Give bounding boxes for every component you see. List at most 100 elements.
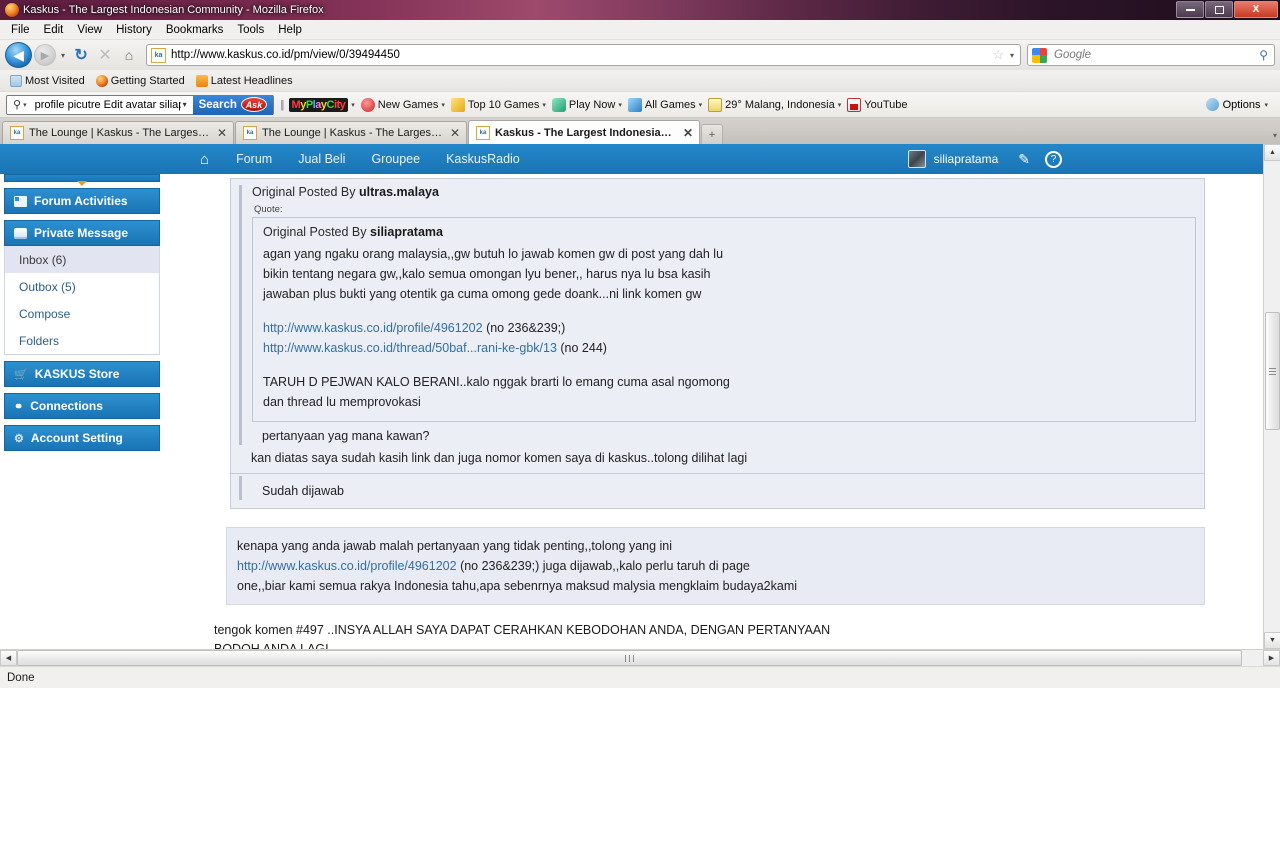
search-input[interactable]: Google [1050, 49, 1259, 61]
toolbar-item-new-games[interactable]: New Games ▾ [360, 97, 445, 112]
history-dropdown-icon[interactable]: ▾ [58, 51, 68, 60]
minimize-button[interactable] [1176, 1, 1204, 18]
quote-prefix: Original Posted By [263, 225, 367, 239]
menu-tools[interactable]: Tools [230, 22, 271, 38]
sidebar-item-private-message[interactable]: Private Message [4, 220, 160, 246]
toolbar-grip-handle[interactable]: ||| [280, 99, 284, 111]
quote-author[interactable]: ultras.malaya [359, 185, 439, 199]
tab-lounge-2[interactable]: ka The Lounge | Kaskus - The Largest I..… [235, 121, 467, 144]
help-icon[interactable]: ? [1045, 150, 1062, 168]
back-button[interactable]: ◀ [5, 42, 32, 68]
site-nav-forum[interactable]: Forum [223, 144, 285, 174]
site-nav-kaskusradio[interactable]: KaskusRadio [433, 144, 533, 174]
close-icon[interactable]: ✕ [450, 126, 460, 140]
bookmark-latest-headlines[interactable]: Latest Headlines [192, 74, 297, 88]
toolbar-options-button[interactable]: Options ▾ [1205, 98, 1274, 111]
chevron-down-icon[interactable]: ▾ [1264, 101, 1268, 109]
google-icon[interactable] [1032, 47, 1047, 63]
username-label[interactable]: siliapratama [928, 152, 1009, 166]
profile-link[interactable]: http://www.kaskus.co.id/profile/4961202 [237, 559, 457, 573]
menu-file[interactable]: File [4, 22, 37, 38]
site-body: Forum Activities Private Message Inbox (… [0, 174, 1263, 649]
sidebar-item-compose[interactable]: Compose [5, 300, 159, 327]
chevron-down-icon[interactable]: ▾ [699, 101, 703, 109]
tab-favicon-icon: ka [243, 126, 257, 140]
site-nav-left: ⌂ Forum Jual Beli Groupee KaskusRadio [0, 144, 533, 174]
page-horizontal-scrollbar[interactable]: ◀ ▶ [0, 649, 1280, 666]
maximize-button[interactable] [1205, 1, 1233, 18]
bookmark-getting-started[interactable]: Getting Started [92, 74, 189, 88]
url-input[interactable]: http://www.kaskus.co.id/pm/view/0/394944… [171, 49, 988, 61]
sidebar-item-connections[interactable]: ⚭ Connections [4, 393, 160, 419]
sidebar-item-kaskus-store[interactable]: 🛒 KASKUS Store [4, 361, 160, 387]
post-body-line: one,,biar kami semua rakya Indonesia tah… [237, 579, 798, 593]
menu-edit[interactable]: Edit [37, 22, 71, 38]
url-dropdown-icon[interactable]: ▾ [1008, 51, 1020, 60]
horizontal-scrollbar-track[interactable] [17, 650, 1263, 666]
toolbar-item-top-10-games[interactable]: Top 10 Games ▾ [450, 97, 546, 112]
sidebar-item-folders[interactable]: Folders [5, 327, 159, 354]
menu-help[interactable]: Help [271, 22, 309, 38]
tab-lounge-1[interactable]: ka The Lounge | Kaskus - The Largest I..… [2, 121, 234, 144]
thread-link[interactable]: http://www.kaskus.co.id/thread/50baf...r… [263, 341, 557, 355]
sidebar-item-outbox[interactable]: Outbox (5) [5, 273, 159, 300]
chevron-down-icon[interactable]: ▾ [838, 101, 842, 109]
play-now-icon [551, 97, 566, 112]
vertical-scrollbar-thumb[interactable] [1265, 312, 1280, 430]
toolbar-item-myplaycity[interactable]: MyPlayCity ▾ [288, 97, 355, 112]
close-icon[interactable]: ✕ [683, 126, 693, 140]
menu-bookmarks[interactable]: Bookmarks [159, 22, 231, 38]
forward-button[interactable]: ▶ [34, 44, 56, 66]
search-icon[interactable]: ⚲ [7, 98, 23, 111]
toolbar-item-youtube[interactable]: YouTube [847, 97, 908, 112]
page-vertical-scrollbar[interactable]: ▲ ▼ [1263, 144, 1280, 649]
quote-author[interactable]: siliapratama [370, 225, 443, 239]
chevron-down-icon[interactable]: ▾ [542, 101, 546, 109]
ask-search-button[interactable]: Search Ask [192, 94, 273, 115]
menu-history[interactable]: History [109, 22, 159, 38]
sidebar-item-account-setting[interactable]: ⚙ Account Setting [4, 425, 160, 451]
reload-icon[interactable]: ↻ [70, 44, 92, 66]
site-nav-groupee[interactable]: Groupee [358, 144, 433, 174]
profile-link[interactable]: http://www.kaskus.co.id/profile/4961202 [263, 321, 483, 335]
home-icon[interactable]: ⌂ [118, 44, 140, 66]
chevron-down-icon[interactable]: ▾ [441, 101, 445, 109]
new-tab-button[interactable]: + [701, 124, 723, 144]
tab-kaskus-active[interactable]: ka Kaskus - The Largest Indonesian C... … [468, 120, 700, 144]
toolbar-item-all-games[interactable]: All Games ▾ [627, 97, 703, 112]
scroll-down-arrow-icon[interactable]: ▼ [1264, 632, 1280, 649]
scroll-left-arrow-icon[interactable]: ◀ [0, 650, 17, 666]
toolbar-item-play-now[interactable]: Play Now ▾ [551, 97, 622, 112]
bookmarks-toolbar: Most Visited Getting Started Latest Head… [0, 70, 1280, 92]
toolbar-item-label: All Games [644, 98, 696, 111]
search-magnifier-icon[interactable]: ⚲ [1259, 48, 1274, 62]
browser-search-bar[interactable]: Google ⚲ [1027, 44, 1275, 66]
site-nav-jual-beli[interactable]: Jual Beli [285, 144, 358, 174]
toolbar-item-weather[interactable]: 29° Malang, Indonesia ▾ [708, 97, 842, 112]
bookmark-star-icon[interactable]: ☆ [988, 47, 1008, 63]
stop-icon[interactable]: ✕ [94, 44, 116, 66]
sidebar-item-forum-activities[interactable]: Forum Activities [4, 188, 160, 214]
bookmark-most-visited[interactable]: Most Visited [6, 74, 89, 88]
close-icon[interactable]: ✕ [217, 126, 227, 140]
sidebar-section-partial-top[interactable] [4, 174, 160, 186]
list-all-tabs-icon[interactable]: ▾ [1273, 131, 1277, 140]
ask-search-input[interactable]: profile picutre Edit avatar siliapr [31, 99, 181, 111]
scroll-up-arrow-icon[interactable]: ▲ [1264, 144, 1280, 161]
scroll-right-arrow-icon[interactable]: ▶ [1263, 650, 1280, 666]
avatar[interactable] [907, 150, 926, 168]
ask-history-caret-icon[interactable]: ▾ [181, 100, 193, 109]
search-engine-caret-icon[interactable]: ▾ [23, 101, 31, 109]
close-button[interactable]: X [1234, 1, 1278, 18]
pencil-icon[interactable]: ✎ [1018, 151, 1030, 168]
sidebar-item-inbox[interactable]: Inbox (6) [5, 246, 159, 273]
menubar: File Edit View History Bookmarks Tools H… [0, 20, 1280, 40]
ask-search-box[interactable]: ⚲ ▾ profile picutre Edit avatar siliapr … [6, 94, 274, 115]
toolbar-item-label: Play Now [568, 98, 616, 111]
horizontal-scrollbar-thumb[interactable] [17, 650, 1242, 666]
url-bar[interactable]: ka http://www.kaskus.co.id/pm/view/0/394… [146, 44, 1021, 66]
chevron-down-icon[interactable]: ▾ [618, 101, 622, 109]
home-icon[interactable]: ⌂ [186, 144, 223, 174]
menu-view[interactable]: View [70, 22, 109, 38]
chevron-down-icon[interactable]: ▾ [351, 101, 355, 109]
